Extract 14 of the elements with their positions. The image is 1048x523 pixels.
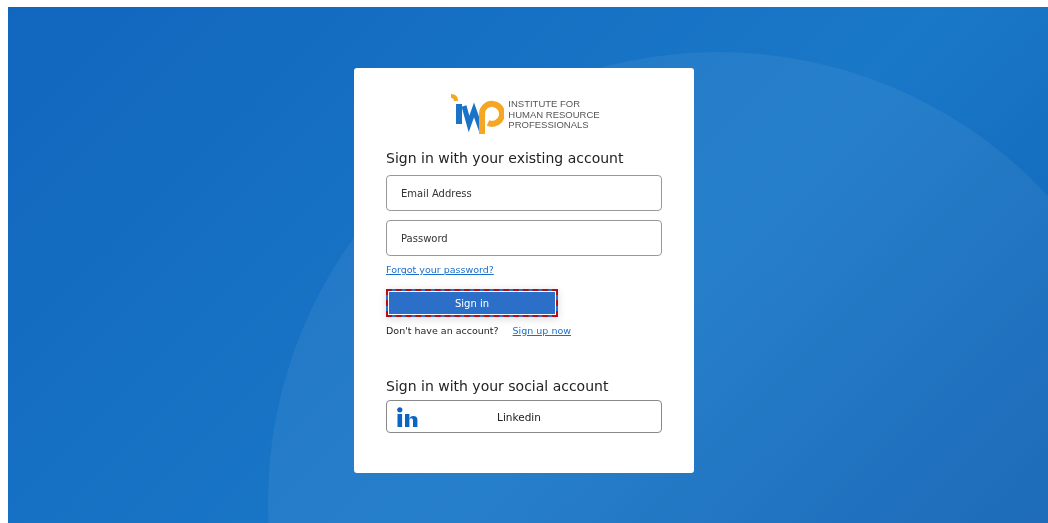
input-field[interactable]: Email Address	[386, 175, 662, 211]
logo-text: INSTITUTE FOR	[508, 99, 582, 110]
signup-prompt: Don't have an account?	[386, 325, 499, 336]
sign-up-link[interactable]: Sign up now	[512, 325, 571, 336]
linkedin-button[interactable]: Linkedin	[386, 400, 662, 433]
input-field[interactable]: Password	[386, 220, 662, 256]
logo-text: HUMAN RESOURCE	[508, 109, 600, 121]
sign-in-button[interactable]: Sign in	[386, 289, 558, 317]
logo-text: PROFESSIONALS	[508, 120, 590, 131]
forgot-password-link[interactable]: Forgot your password?	[386, 264, 494, 275]
logo-icon	[448, 94, 505, 136]
linkedin-icon	[397, 406, 419, 427]
form-heading: Sign in with your existing account	[386, 150, 625, 166]
social-heading: Sign in with your social account	[386, 378, 610, 394]
